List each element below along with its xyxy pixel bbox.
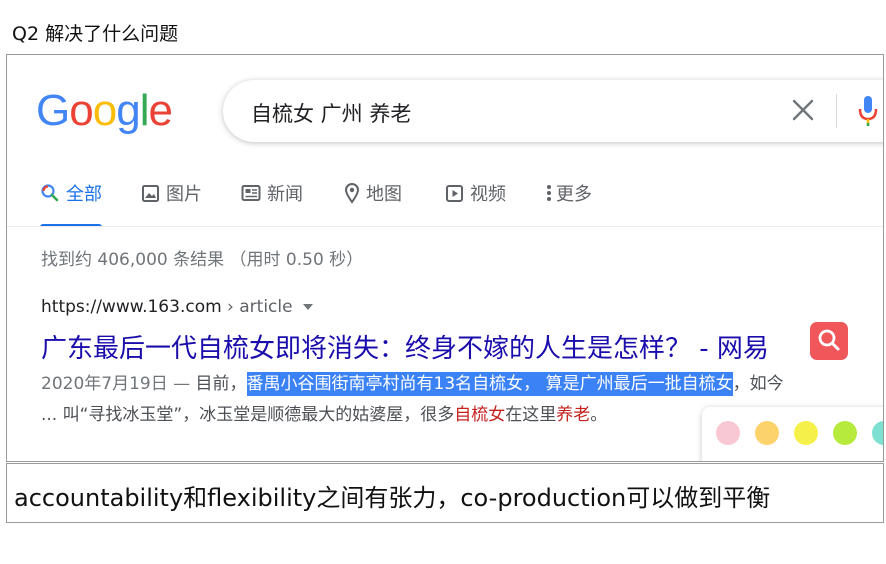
microphone-icon[interactable] [857, 94, 879, 128]
color-swatch[interactable] [755, 421, 779, 445]
snippet-text: 目前， [195, 374, 247, 394]
color-swatch[interactable] [872, 421, 883, 445]
search-selection-button[interactable] [810, 322, 848, 360]
logo-letter: l [139, 86, 150, 135]
tab-label: 新闻 [267, 184, 303, 205]
tab-videos[interactable]: 视频 [445, 180, 506, 224]
snippet-keyword: 养老 [556, 405, 591, 425]
chevron-down-icon[interactable] [302, 304, 313, 310]
search-input[interactable]: 自梳女 广州 养老 [251, 98, 411, 128]
result-path: › article [221, 297, 293, 317]
news-icon [241, 185, 261, 201]
tab-images[interactable]: 图片 [141, 180, 202, 224]
color-swatch[interactable] [833, 421, 857, 445]
result-date: 2020年7月19日 — [41, 374, 196, 394]
search-screenshot: Google 自梳女 广州 养老 全部 图片 新闻 地图 视频 更多 找到约 4… [6, 54, 884, 462]
tab-all[interactable]: 全部 [40, 180, 102, 227]
search-icon [41, 184, 59, 202]
snippet-text: ... 叫“寻找冰玉堂”，冰玉堂是顺德最大的姑婆屋，很多 [41, 405, 455, 425]
logo-letter: o [69, 86, 94, 135]
selected-text[interactable]: 番禺小谷围街南亭村尚有13名自梳女， 算是广州最后一批自梳女 [246, 372, 733, 396]
tab-label: 图片 [166, 184, 202, 205]
tab-more[interactable]: 更多 [546, 180, 592, 224]
logo-letter: e [148, 86, 173, 135]
tabs-divider [7, 226, 883, 227]
snippet-text: ，如今 [732, 374, 784, 394]
result-snippet-line-2: ... 叫“寻找冰玉堂”，冰玉堂是顺德最大的姑婆屋，很多自梳女在这里养老。 [41, 400, 607, 425]
google-logo[interactable]: Google [36, 86, 173, 135]
tab-label: 视频 [470, 184, 506, 205]
result-title-link[interactable]: 广东最后一代自梳女即将消失：终身不嫁的人生是怎样？ - 网易 [41, 328, 769, 365]
color-swatch[interactable] [794, 421, 818, 445]
snippet-keyword: 自梳女 [454, 405, 506, 425]
tab-news[interactable]: 新闻 [241, 180, 303, 224]
result-stats: 找到约 406,000 条结果 （用时 0.50 秒） [41, 250, 364, 270]
image-icon [142, 184, 159, 202]
logo-letter: o [92, 86, 118, 135]
search-box[interactable]: 自梳女 广州 养老 [223, 80, 883, 142]
search-divider [836, 94, 837, 128]
result-snippet-line-1: 2020年7月19日 — 目前，番禺小谷围街南亭村尚有13名自梳女， 算是广州最… [41, 369, 784, 396]
snippet-text: 。 [590, 405, 608, 425]
result-domain: https://www.163.com [41, 297, 222, 317]
map-pin-icon [344, 183, 360, 204]
tab-label: 全部 [66, 184, 102, 205]
question-heading: Q2 解决了什么问题 [12, 23, 179, 45]
logo-letter: G [36, 86, 70, 135]
answer-box: accountability和flexibility之间有张力，co-produ… [6, 463, 884, 523]
video-icon [446, 184, 463, 202]
clear-icon[interactable] [790, 97, 816, 123]
result-url[interactable]: https://www.163.com › article [41, 297, 313, 317]
more-icon [547, 185, 551, 201]
color-swatch[interactable] [716, 421, 740, 445]
snippet-text: 在这里 [505, 405, 557, 425]
logo-letter: g [116, 86, 141, 135]
tab-label: 地图 [366, 184, 402, 205]
tab-maps[interactable]: 地图 [344, 180, 402, 224]
answer-text: accountability和flexibility之间有张力，co-produ… [14, 484, 771, 512]
search-icon [818, 329, 840, 351]
tab-label: 更多 [556, 184, 592, 205]
highlight-color-palette [702, 407, 883, 461]
